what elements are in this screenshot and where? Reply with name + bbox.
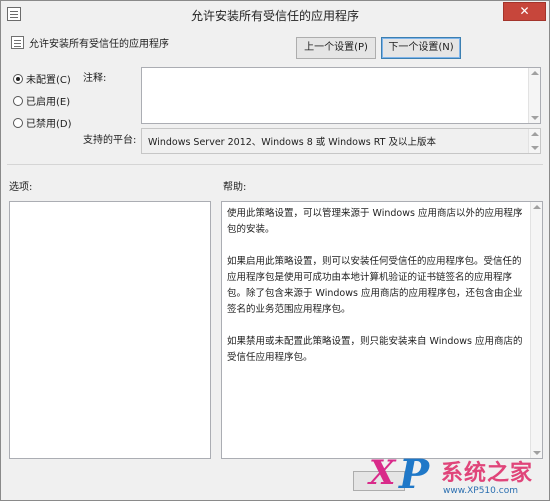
comment-label: 注释: — [83, 73, 107, 84]
scroll-down-arrow-icon[interactable] — [531, 116, 539, 120]
help-paragraph: 如果禁用或未配置此策略设置，则只能安装来自 Windows 应用商店的受信任应用… — [227, 336, 523, 363]
previous-setting-button[interactable]: 上一个设置(P) — [296, 37, 376, 59]
help-label: 帮助: — [223, 182, 247, 193]
help-paragraph: 如果启用此策略设置，则可以安装任何受信任的应用程序包。受信任的应用程序包是使用可… — [227, 256, 523, 315]
supported-platform-field: Windows Server 2012、Windows 8 或 Windows … — [141, 128, 541, 154]
radio-not-configured[interactable]: 未配置(C) — [13, 71, 71, 86]
scroll-up-arrow-icon[interactable] — [531, 71, 539, 75]
platform-scrollbar[interactable] — [528, 129, 540, 153]
section-divider — [7, 164, 543, 165]
options-panel — [9, 201, 211, 459]
options-label: 选项: — [9, 182, 33, 193]
help-scrollbar[interactable] — [530, 202, 542, 458]
scroll-up-arrow-icon[interactable] — [531, 132, 539, 136]
watermark-brand: 系统之家 — [441, 461, 534, 486]
watermark-p-letter: P — [399, 451, 430, 498]
help-panel: 使用此策略设置，可以管理来源于 Windows 应用商店以外的应用程序包的安装。… — [221, 201, 543, 459]
window-title: 允许安装所有受信任的应用程序 — [190, 9, 359, 23]
scroll-down-arrow-icon[interactable] — [531, 146, 539, 150]
radio-enabled[interactable]: 已启用(E) — [13, 93, 70, 108]
site-watermark-logo: X P 系统之家 www.XP510.com — [361, 449, 547, 501]
radio-label-not-configured: 未配置(C) — [26, 75, 71, 86]
title-bar[interactable]: 允许安装所有受信任的应用程序 ✕ — [1, 1, 549, 28]
radio-disabled[interactable]: 已禁用(D) — [13, 115, 72, 130]
policy-dialog-window: 允许安装所有受信任的应用程序 ✕ 允许安装所有受信任的应用程序 上一个设置(P)… — [0, 0, 550, 501]
radio-unchecked-icon[interactable] — [13, 118, 23, 128]
help-text: 使用此策略设置，可以管理来源于 Windows 应用商店以外的应用程序包的安装。… — [227, 206, 523, 382]
radio-label-enabled: 已启用(E) — [26, 97, 71, 108]
comment-textarea[interactable] — [141, 67, 541, 124]
supported-platform-value: Windows Server 2012、Windows 8 或 Windows … — [148, 137, 436, 148]
help-paragraph: 使用此策略设置，可以管理来源于 Windows 应用商店以外的应用程序包的安装。 — [227, 208, 523, 235]
radio-checked-icon[interactable] — [13, 74, 23, 84]
scroll-up-arrow-icon[interactable] — [533, 205, 541, 209]
supported-platform-label: 支持的平台: — [83, 135, 137, 146]
watermark-x-letter: X — [369, 453, 396, 493]
radio-unchecked-icon[interactable] — [13, 96, 23, 106]
watermark-url: www.XP510.com — [443, 486, 518, 496]
radio-label-disabled: 已禁用(D) — [26, 119, 72, 130]
policy-icon — [11, 36, 24, 49]
comment-scrollbar[interactable] — [528, 68, 540, 123]
next-setting-button[interactable]: 下一个设置(N) — [381, 37, 461, 59]
policy-title: 允许安装所有受信任的应用程序 — [29, 39, 169, 50]
close-button[interactable]: ✕ — [503, 2, 546, 21]
